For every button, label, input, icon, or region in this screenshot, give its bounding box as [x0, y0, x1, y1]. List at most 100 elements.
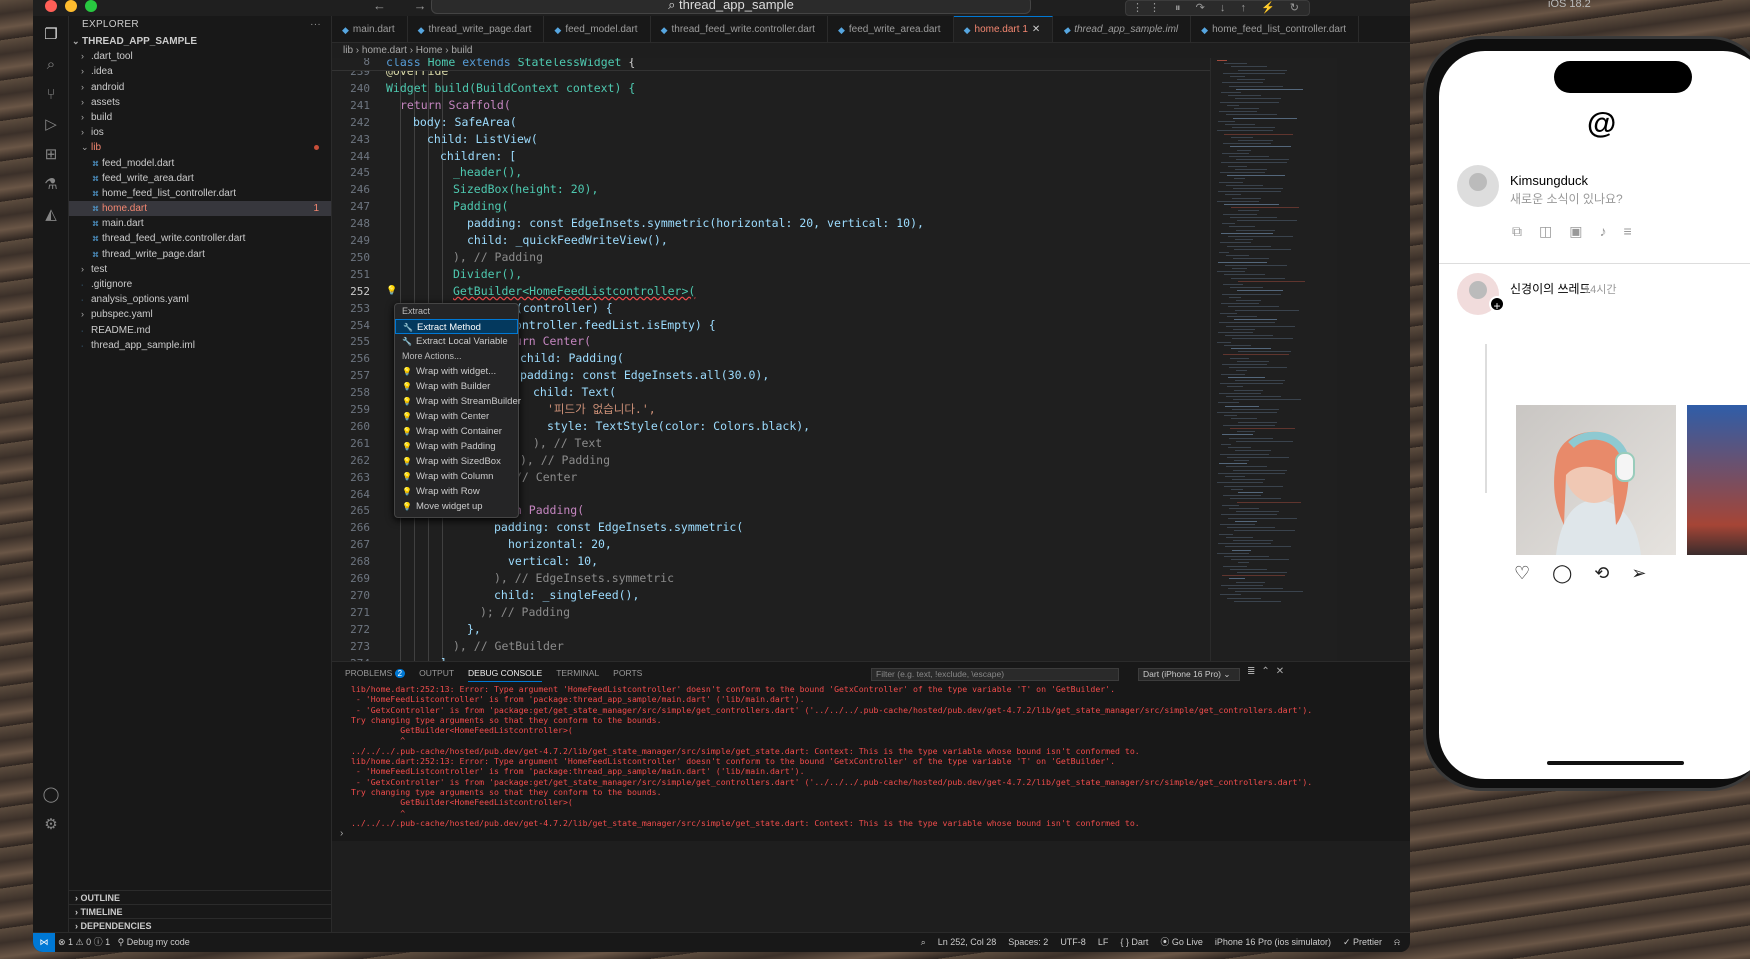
- tree-item[interactable]: · thread_app_sample.iml: [69, 338, 331, 353]
- menu-item-wrap[interactable]: 💡 Move widget up: [395, 499, 518, 514]
- repost-icon[interactable]: ⟲: [1594, 563, 1609, 584]
- code-line[interactable]: 245 _header(),: [332, 164, 1210, 181]
- code-line[interactable]: 243 child: ListView(: [332, 131, 1210, 148]
- minimize-window-button[interactable]: [65, 0, 77, 12]
- minimap[interactable]: [1210, 58, 1337, 661]
- status-eol[interactable]: LF: [1098, 933, 1109, 952]
- extensions-icon[interactable]: ⊞: [42, 146, 60, 164]
- menu-item-wrap[interactable]: 💡 Wrap with Container: [395, 424, 518, 439]
- tree-item[interactable]: › assets: [69, 95, 331, 110]
- tree-item[interactable]: ⌘ feed_model.dart: [69, 156, 331, 171]
- menu-item-wrap[interactable]: 💡 Wrap with Center: [395, 409, 518, 424]
- code-line[interactable]: 270 child: _singleFeed(),: [332, 587, 1210, 604]
- tree-item[interactable]: › android: [69, 80, 331, 95]
- tree-item[interactable]: › build: [69, 110, 331, 125]
- code-line[interactable]: 246 SizedBox(height: 20),: [332, 181, 1210, 198]
- close-window-button[interactable]: [45, 0, 57, 12]
- feed-image-girl[interactable]: [1516, 405, 1676, 555]
- status-problems[interactable]: ⊗ 1 ⚠ 0 ⓘ 1: [58, 937, 110, 947]
- tree-item[interactable]: · .gitignore: [69, 277, 331, 292]
- tab-ports[interactable]: PORTS: [613, 668, 642, 678]
- code-line[interactable]: 273), // GetBuilder: [332, 638, 1210, 655]
- nav-arrows[interactable]: ← →: [373, 0, 439, 13]
- status-language[interactable]: { } Dart: [1120, 933, 1148, 952]
- code-line[interactable]: 249 child: _quickFeedWriteView(),: [332, 232, 1210, 249]
- editor-tab[interactable]: ◆ home.dart 1 ✕: [953, 16, 1054, 42]
- search-icon[interactable]: ⌕: [42, 56, 60, 74]
- list-icon[interactable]: ≡: [1623, 223, 1631, 240]
- editor-tab[interactable]: ◆ home_feed_list_controller.dart: [1191, 16, 1360, 42]
- mic-icon[interactable]: ♪: [1599, 223, 1606, 240]
- zoom-icon[interactable]: ⌕: [921, 933, 926, 952]
- feed-author[interactable]: 신경이의 쓰레드: [1510, 280, 1591, 297]
- console-filter-input[interactable]: Filter (e.g. text, !exclude, \escape): [871, 668, 1119, 681]
- tree-item[interactable]: › test: [69, 262, 331, 277]
- gif-icon[interactable]: ▣: [1569, 223, 1582, 240]
- follow-plus-icon[interactable]: +: [1489, 296, 1505, 313]
- sticky-scroll-line[interactable]: 8 class Home extends StatelessWidget {: [332, 58, 1210, 71]
- menu-item-wrap[interactable]: 💡 Wrap with StreamBuilder: [395, 394, 521, 409]
- status-device[interactable]: iPhone 16 Pro (ios simulator): [1215, 933, 1331, 952]
- editor-tab[interactable]: ◆ thread_write_page.dart: [408, 16, 545, 42]
- debug-session-select[interactable]: Dart (iPhone 16 Pro) ⌄: [1138, 668, 1240, 681]
- outline-section[interactable]: › OUTLINE: [69, 890, 331, 904]
- debug-toolbar[interactable]: ⋮⋮ ⏸ ↷ ↓ ↑ ⚡ ↻ ■ ⛶: [1125, 0, 1310, 28]
- menu-item-wrap[interactable]: 💡 Wrap with Builder: [395, 379, 518, 394]
- code-line[interactable]: 271); // Padding: [332, 604, 1210, 621]
- code-line[interactable]: 240 Widget build(BuildContext context) {: [332, 80, 1210, 97]
- tree-item[interactable]: › .dart_tool: [69, 49, 331, 64]
- status-encoding[interactable]: UTF-8: [1060, 933, 1086, 952]
- editor-tab[interactable]: ◆ feed_model.dart: [544, 16, 651, 42]
- tab-debug-console[interactable]: DEBUG CONSOLE: [468, 664, 543, 682]
- code-line[interactable]: 241 return Scaffold(: [332, 97, 1210, 114]
- menu-item-extract[interactable]: 🔧 Extract Local Variable: [395, 334, 518, 349]
- feed-image-sunset[interactable]: [1687, 405, 1747, 555]
- camera-icon[interactable]: ◫: [1539, 223, 1552, 240]
- tree-item[interactable]: › ios: [69, 125, 331, 140]
- code-line[interactable]: 242 body: SafeArea(: [332, 114, 1210, 131]
- code-line[interactable]: 272},: [332, 621, 1210, 638]
- tree-item[interactable]: ⌘ home.dart 1: [69, 201, 331, 217]
- code-line[interactable]: 250), // Padding: [332, 249, 1210, 266]
- account-icon[interactable]: ◯: [42, 786, 60, 804]
- code-line[interactable]: 248 padding: const EdgeInsets.symmetric(h…: [332, 215, 1210, 232]
- status-prettier[interactable]: ✓ Prettier: [1343, 933, 1382, 952]
- tab-terminal[interactable]: TERMINAL: [556, 668, 599, 678]
- tab-output[interactable]: OUTPUT: [419, 668, 454, 678]
- close-panel-icon[interactable]: ✕: [1276, 666, 1290, 677]
- code-line[interactable]: 266 padding: const EdgeInsets.symmetric(: [332, 519, 1210, 536]
- editor-tab[interactable]: ◆ feed_write_area.dart: [828, 16, 954, 42]
- code-line[interactable]: 244 children: [: [332, 148, 1210, 165]
- menu-item-extract[interactable]: 🔧 Extract Method: [395, 319, 518, 334]
- status-indentation[interactable]: Spaces: 2: [1008, 933, 1048, 952]
- source-control-icon[interactable]: ⑂: [42, 86, 60, 104]
- lightbulb-icon[interactable]: 💡: [386, 283, 397, 300]
- status-golive[interactable]: ⦿ Go Live: [1160, 933, 1203, 952]
- code-line[interactable]: 268 vertical: 10,: [332, 553, 1210, 570]
- editor-tab[interactable]: ◆ thread_feed_write.controller.dart: [651, 16, 828, 42]
- code-line[interactable]: 252 GetBuilder<HomeFeedListcontroller>(💡: [332, 283, 1210, 300]
- maximize-panel-icon[interactable]: ⌃: [1261, 666, 1275, 677]
- explorer-more-button[interactable]: ···: [310, 16, 321, 34]
- run-debug-icon[interactable]: ▷: [42, 116, 60, 134]
- compose-hint[interactable]: 새로운 소식이 있나요?: [1510, 190, 1623, 207]
- tree-item[interactable]: ⌘ thread_write_page.dart: [69, 247, 331, 262]
- tab-problems[interactable]: PROBLEMS 2: [345, 668, 406, 678]
- settings-gear-icon[interactable]: ⚙: [42, 816, 60, 834]
- tree-item[interactable]: › pubspec.yaml: [69, 307, 331, 322]
- flutter-icon[interactable]: ◭: [42, 206, 60, 224]
- heart-icon[interactable]: ♡: [1514, 563, 1530, 584]
- comment-icon[interactable]: ◯: [1552, 563, 1572, 584]
- menu-item-wrap[interactable]: 💡 Wrap with Column: [395, 469, 518, 484]
- editor-tab[interactable]: ◆ thread_app_sample.iml: [1053, 16, 1192, 42]
- close-tab-icon[interactable]: ✕: [1032, 16, 1040, 42]
- tree-item[interactable]: · README.md: [69, 323, 331, 338]
- tree-item[interactable]: › .idea: [69, 64, 331, 79]
- project-root[interactable]: ⌄ THREAD_APP_SAMPLE: [69, 34, 331, 49]
- menu-item-wrap[interactable]: 💡 Wrap with widget...: [395, 364, 518, 379]
- menu-item-wrap[interactable]: 💡 Wrap with SizedBox: [395, 454, 518, 469]
- gallery-icon[interactable]: ⧉: [1512, 223, 1522, 240]
- testing-icon[interactable]: ⚗: [42, 176, 60, 194]
- tree-item[interactable]: ⌘ home_feed_list_controller.dart: [69, 186, 331, 201]
- share-icon[interactable]: ➢: [1631, 563, 1646, 584]
